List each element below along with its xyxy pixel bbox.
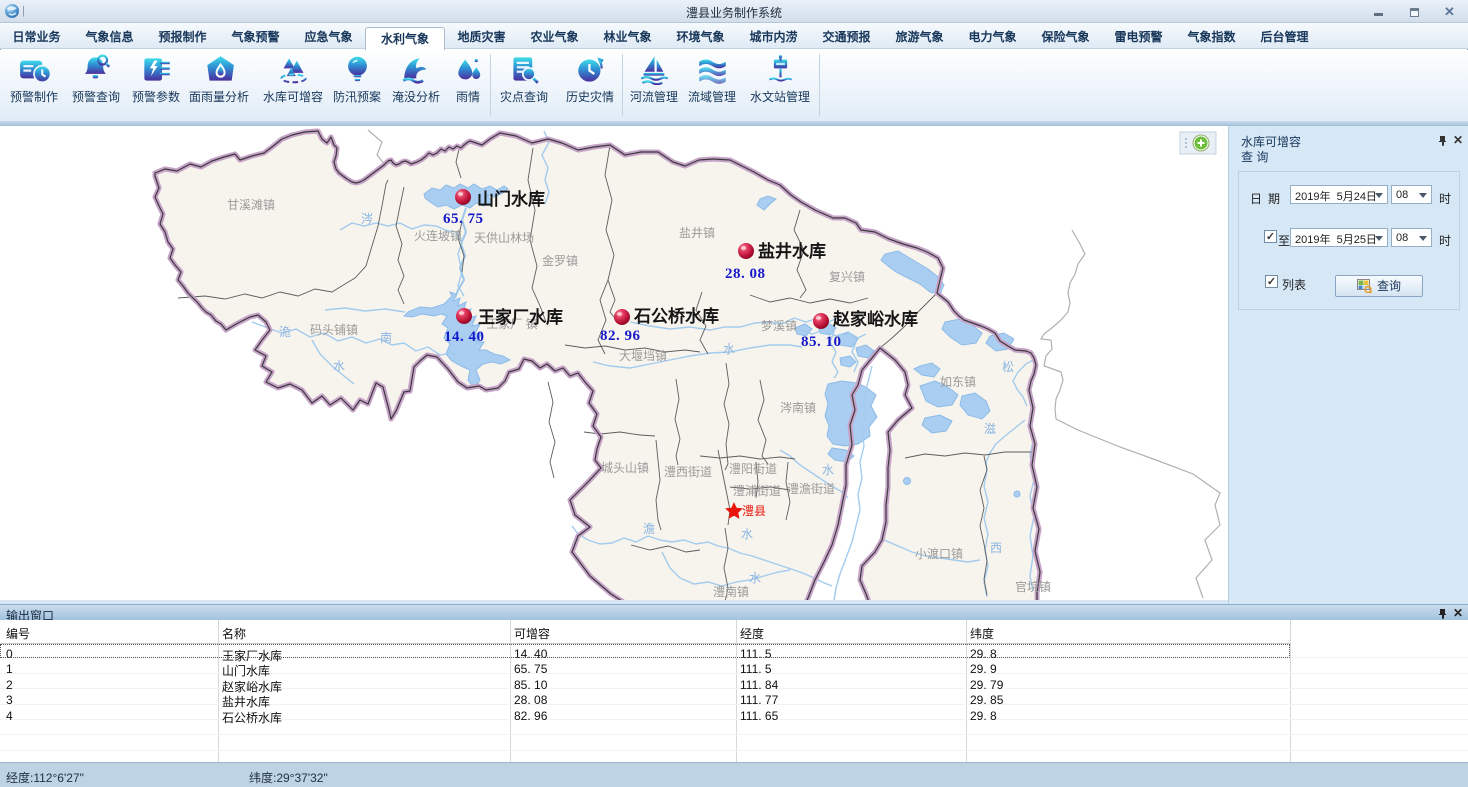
svg-text:涔南镇: 涔南镇 [780,400,816,415]
svg-text:水: 水 [749,571,761,585]
svg-text:复兴镇: 复兴镇 [829,270,865,284]
svg-text:盐井水库: 盐井水库 [758,241,826,261]
svg-text:天供山林场: 天供山林场 [474,231,534,245]
svg-text:82. 96: 82. 96 [600,328,641,344]
svg-text:澹: 澹 [643,522,655,536]
svg-text:澧阳街道: 澧阳街道 [729,462,777,476]
svg-text:西: 西 [990,541,1002,555]
svg-text:滋: 滋 [984,422,996,436]
svg-text:火连坡镇: 火连坡镇 [414,228,462,243]
svg-text:水: 水 [741,527,753,541]
svg-text:水: 水 [822,463,834,477]
svg-text:涔: 涔 [361,212,373,226]
svg-text:如东镇: 如东镇 [940,374,976,389]
svg-text:赵家峪水库: 赵家峪水库 [832,309,918,329]
svg-text:澧浦街道: 澧浦街道 [733,484,781,498]
svg-text:城头山镇: 城头山镇 [601,461,649,475]
svg-text:山门水库: 山门水库 [477,189,545,209]
svg-text:洈: 洈 [279,325,291,339]
svg-text:澧澹街道: 澧澹街道 [787,482,835,496]
svg-text:码头铺镇: 码头铺镇 [310,323,358,337]
svg-text:小渡口镇: 小渡口镇 [915,546,963,561]
svg-text:南: 南 [380,330,392,345]
svg-text:甘溪滩镇: 甘溪滩镇 [227,198,275,212]
svg-text:松: 松 [1002,360,1014,374]
svg-text:王家厂水库: 王家厂水库 [478,307,563,327]
svg-text:水: 水 [333,359,345,373]
svg-text:大堰垱镇: 大堰垱镇 [619,349,667,363]
svg-text:金罗镇: 金罗镇 [542,253,578,268]
svg-text:盐井镇: 盐井镇 [679,226,715,240]
svg-text:65. 75: 65. 75 [443,211,484,227]
svg-text:澧西街道: 澧西街道 [664,465,712,479]
svg-text:梦溪镇: 梦溪镇 [761,319,797,333]
svg-text:澧县: 澧县 [742,504,766,518]
svg-text:水: 水 [723,342,735,356]
svg-text:澧南镇: 澧南镇 [713,584,749,599]
svg-text:官垸镇: 官垸镇 [1015,579,1051,594]
svg-text:石公桥水库: 石公桥水库 [633,306,719,326]
svg-text:14. 40: 14. 40 [444,329,485,345]
svg-text:28. 08: 28. 08 [725,266,766,282]
svg-text:85. 10: 85. 10 [801,334,842,350]
